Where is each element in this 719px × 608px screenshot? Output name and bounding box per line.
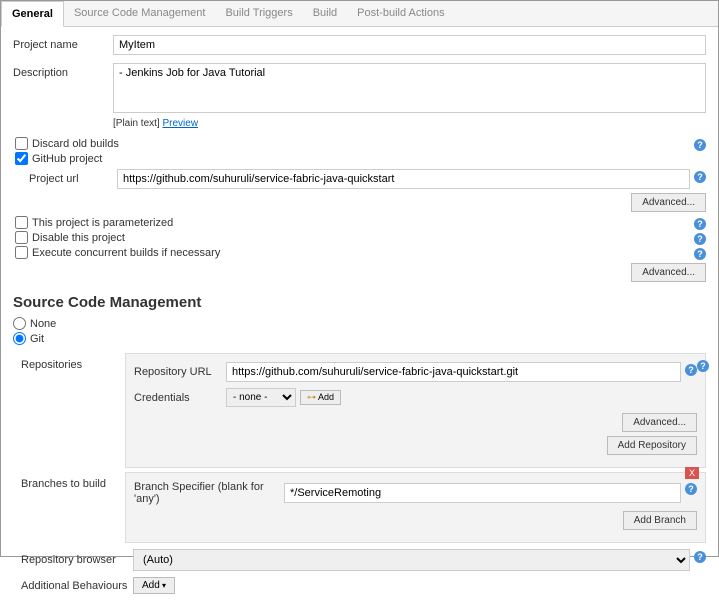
tab-build[interactable]: Build <box>303 1 347 26</box>
concurrent-checkbox[interactable] <box>15 246 28 259</box>
tab-scm[interactable]: Source Code Management <box>64 1 215 26</box>
discard-old-builds-checkbox[interactable] <box>15 137 28 150</box>
tab-general[interactable]: General <box>1 1 64 27</box>
project-name-input[interactable] <box>113 35 706 55</box>
add-behaviour-button[interactable]: Add <box>133 577 175 594</box>
disable-project-label: Disable this project <box>32 232 125 244</box>
disable-project-checkbox[interactable] <box>15 231 28 244</box>
help-icon[interactable]: ? <box>694 233 706 245</box>
project-url-input[interactable] <box>117 169 690 189</box>
help-icon[interactable]: ? <box>685 364 697 376</box>
github-project-label: GitHub project <box>32 153 102 165</box>
credentials-label: Credentials <box>134 392 226 404</box>
repositories-label: Repositories <box>21 353 125 468</box>
repo-url-label: Repository URL <box>134 366 226 378</box>
branches-block: X Branch Specifier (blank for 'any') ? A… <box>125 472 706 543</box>
tab-post-build[interactable]: Post-build Actions <box>347 1 454 26</box>
concurrent-label: Execute concurrent builds if necessary <box>32 247 220 259</box>
add-credential-button[interactable]: ⊶Add <box>300 390 341 405</box>
plain-text-label: [Plain text] <box>113 118 160 129</box>
description-textarea[interactable]: - Jenkins Job for Java Tutorial <box>113 63 706 113</box>
project-url-label: Project url <box>29 173 117 185</box>
parameterized-label: This project is parameterized <box>32 217 173 229</box>
help-icon[interactable]: ? <box>685 483 697 495</box>
tab-bar: General Source Code Management Build Tri… <box>1 1 718 27</box>
advanced-button[interactable]: Advanced... <box>631 263 706 282</box>
add-repository-button[interactable]: Add Repository <box>607 436 697 455</box>
credentials-select[interactable]: - none - <box>226 388 296 407</box>
repo-advanced-button[interactable]: Advanced... <box>622 413 697 432</box>
description-label: Description <box>13 63 113 79</box>
add-branch-button[interactable]: Add Branch <box>623 511 697 530</box>
repo-browser-label: Repository browser <box>21 554 133 566</box>
scm-git-label: Git <box>30 333 44 345</box>
repo-url-input[interactable] <box>226 362 681 382</box>
github-project-checkbox[interactable] <box>15 152 28 165</box>
repository-block: ? Repository URL ? Credentials - none - … <box>125 353 706 468</box>
help-icon[interactable]: ? <box>694 551 706 563</box>
key-icon: ⊶ <box>307 392 316 402</box>
scm-none-label: None <box>30 318 56 330</box>
repo-browser-select[interactable]: (Auto) <box>133 549 690 571</box>
additional-behaviours-label: Additional Behaviours <box>21 580 133 592</box>
tab-build-triggers[interactable]: Build Triggers <box>215 1 302 26</box>
help-icon[interactable]: ? <box>697 360 709 372</box>
main-content: Project name Description - Jenkins Job f… <box>1 27 718 608</box>
help-icon[interactable]: ? <box>694 218 706 230</box>
project-name-label: Project name <box>13 35 113 51</box>
branch-spec-label: Branch Specifier (blank for 'any') <box>134 481 284 505</box>
branches-label: Branches to build <box>21 472 125 543</box>
scm-git-radio[interactable] <box>13 332 26 345</box>
delete-branch-button[interactable]: X <box>685 467 699 479</box>
help-icon[interactable]: ? <box>694 139 706 151</box>
scm-section-title: Source Code Management <box>13 294 706 311</box>
help-icon[interactable]: ? <box>694 171 706 183</box>
branch-spec-input[interactable] <box>284 483 681 503</box>
preview-link[interactable]: Preview <box>162 118 198 129</box>
parameterized-checkbox[interactable] <box>15 216 28 229</box>
discard-old-builds-label: Discard old builds <box>32 138 119 150</box>
advanced-button[interactable]: Advanced... <box>631 193 706 212</box>
help-icon[interactable]: ? <box>694 248 706 260</box>
scm-none-radio[interactable] <box>13 317 26 330</box>
